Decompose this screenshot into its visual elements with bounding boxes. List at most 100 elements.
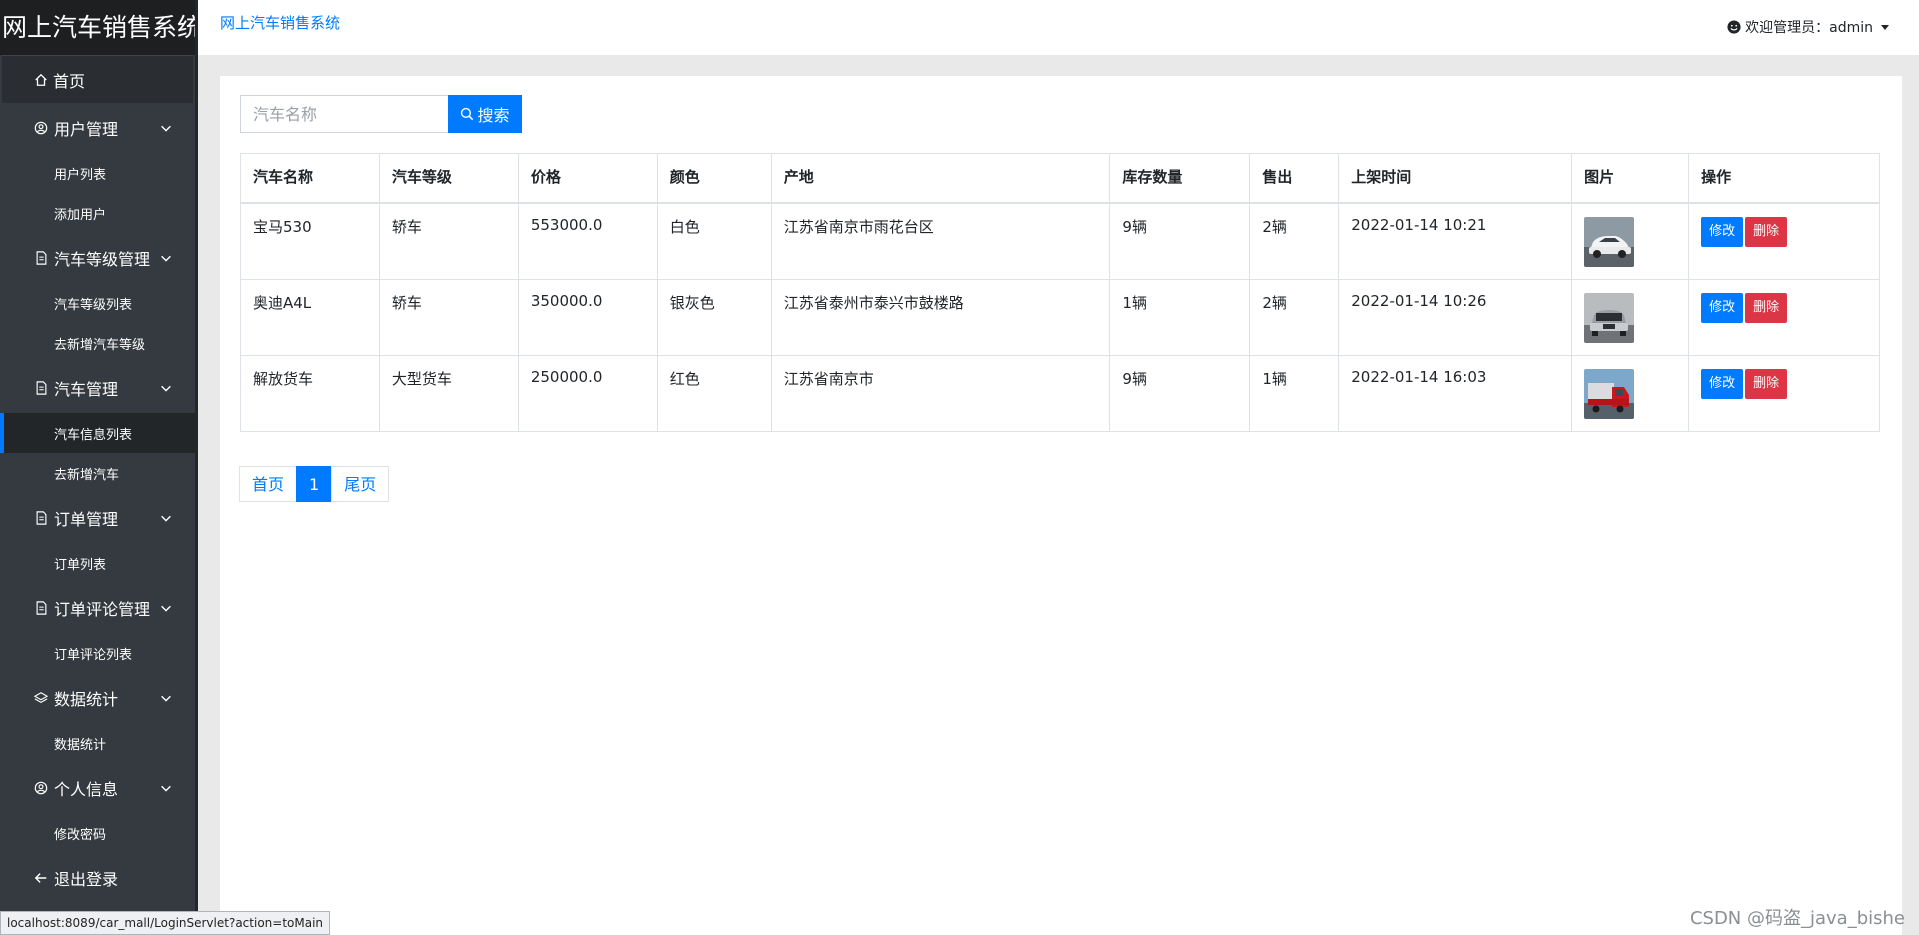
system-name-link[interactable]: 网上汽车销售系统 bbox=[220, 12, 340, 33]
column-header: 汽车等级 bbox=[378, 153, 519, 204]
cell-actions: 修改 删除 bbox=[1688, 202, 1880, 280]
document-icon bbox=[36, 511, 46, 525]
sidebar-item-add-car-level[interactable]: 去新增汽车等级 bbox=[0, 323, 195, 363]
table-row: 宝马530 轿车 553000.0 白色 江苏省南京市雨花台区 9辆 2辆 20… bbox=[240, 202, 1880, 280]
browser-status-url: localhost:8089/car_mall/LoginServlet?act… bbox=[0, 911, 331, 935]
caret-down-icon bbox=[1881, 24, 1889, 30]
cell-price: 553000.0 bbox=[517, 202, 658, 280]
column-header: 汽车名称 bbox=[240, 153, 380, 204]
layers-icon bbox=[34, 692, 48, 704]
user-menu[interactable]: 欢迎管理员：admin bbox=[1727, 17, 1889, 37]
table-row: 解放货车 大型货车 250000.0 红色 江苏省南京市 9辆 1辆 2022-… bbox=[240, 355, 1880, 432]
cell-stock: 1辆 bbox=[1109, 279, 1251, 356]
sidebar-item-statistics[interactable]: 数据统计 bbox=[0, 723, 195, 763]
cell-origin: 江苏省泰州市泰兴市鼓楼路 bbox=[770, 279, 1111, 356]
sidebar: 网上汽车销售系统 首页 用户管理 用户列表 添加用户 汽车等级管理 汽车等级列表… bbox=[0, 0, 198, 935]
cell-car-name: 宝马530 bbox=[240, 202, 380, 280]
sidebar-item-user-list[interactable]: 用户列表 bbox=[0, 153, 195, 193]
arrow-left-icon bbox=[34, 873, 47, 883]
cell-origin: 江苏省南京市雨花台区 bbox=[770, 202, 1111, 280]
column-header: 操作 bbox=[1688, 153, 1880, 204]
column-header: 产地 bbox=[770, 153, 1111, 204]
pagination-last[interactable]: 尾页 bbox=[331, 466, 390, 502]
cell-sold: 2辆 bbox=[1249, 279, 1340, 356]
search-button-label: 搜索 bbox=[477, 106, 510, 125]
cell-listed-time: 2022-01-14 16:03 bbox=[1338, 355, 1573, 432]
sidebar-group-label: 订单评论管理 bbox=[54, 600, 151, 619]
edit-button[interactable]: 修改 bbox=[1701, 217, 1744, 247]
cell-sold: 1辆 bbox=[1249, 355, 1340, 432]
sidebar-group-label: 订单管理 bbox=[54, 510, 119, 529]
table-header-row: 汽车名称 汽车等级 价格 颜色 产地 库存数量 售出 上架时间 图片 操作 bbox=[240, 153, 1880, 204]
cell-image bbox=[1571, 202, 1690, 280]
pagination-first[interactable]: 首页 bbox=[239, 466, 298, 502]
cell-stock: 9辆 bbox=[1109, 355, 1251, 432]
watermark: CSDN @码盗_java_bishe bbox=[1689, 908, 1905, 929]
cell-car-level: 轿车 bbox=[378, 202, 519, 280]
cell-car-level: 大型货车 bbox=[378, 355, 519, 432]
cell-actions: 修改 删除 bbox=[1688, 279, 1880, 356]
sidebar-group-car-level-management[interactable]: 汽车等级管理 bbox=[0, 233, 195, 283]
sidebar-home-label: 首页 bbox=[53, 71, 86, 91]
car-thumbnail-red-truck[interactable] bbox=[1584, 369, 1635, 419]
brand-title: 网上汽车销售系统 bbox=[0, 0, 195, 55]
column-header: 上架时间 bbox=[1338, 153, 1573, 204]
sidebar-item-add-car[interactable]: 去新增汽车 bbox=[0, 453, 195, 493]
top-bar: 网上汽车销售系统 欢迎管理员：admin bbox=[198, 0, 1919, 55]
sidebar-group-order-comment-management[interactable]: 订单评论管理 bbox=[0, 583, 195, 633]
sidebar-item-order-list[interactable]: 订单列表 bbox=[0, 543, 195, 583]
cell-color: 红色 bbox=[656, 355, 772, 432]
search-icon bbox=[461, 107, 474, 121]
cell-color: 银灰色 bbox=[656, 279, 772, 356]
sidebar-group-label: 汽车管理 bbox=[54, 380, 119, 399]
user-circle-icon bbox=[34, 781, 48, 795]
cell-price: 250000.0 bbox=[517, 355, 658, 432]
sidebar-item-car-info-list[interactable]: 汽车信息列表 bbox=[0, 413, 195, 453]
sidebar-item-home[interactable]: 首页 bbox=[2, 55, 193, 103]
search-bar: 搜索 bbox=[240, 95, 522, 133]
sidebar-group-statistics[interactable]: 数据统计 bbox=[0, 673, 195, 723]
logout-button[interactable]: 退出登录 bbox=[0, 853, 195, 903]
cell-listed-time: 2022-01-14 10:26 bbox=[1338, 279, 1573, 356]
sidebar-item-car-level-list[interactable]: 汽车等级列表 bbox=[0, 283, 195, 323]
edit-button[interactable]: 修改 bbox=[1701, 369, 1744, 399]
chevron-down-icon bbox=[161, 785, 171, 792]
cell-actions: 修改 删除 bbox=[1688, 355, 1880, 432]
car-thumbnail-silver-sedan[interactable] bbox=[1584, 293, 1635, 343]
delete-button[interactable]: 删除 bbox=[1745, 369, 1788, 399]
sidebar-item-add-user[interactable]: 添加用户 bbox=[0, 193, 195, 233]
cell-car-name: 奥迪A4L bbox=[240, 279, 380, 356]
sidebar-item-order-comment-list[interactable]: 订单评论列表 bbox=[0, 633, 195, 673]
column-header: 颜色 bbox=[656, 153, 772, 204]
logout-label: 退出登录 bbox=[54, 870, 119, 889]
delete-button[interactable]: 删除 bbox=[1745, 217, 1788, 247]
car-thumbnail-white-sedan[interactable] bbox=[1584, 217, 1635, 267]
sidebar-group-car-management[interactable]: 汽车管理 bbox=[0, 363, 195, 413]
pagination-current-page[interactable]: 1 bbox=[296, 466, 333, 502]
pagination: 首页 1 尾页 bbox=[239, 466, 390, 502]
document-icon bbox=[36, 381, 46, 395]
delete-button[interactable]: 删除 bbox=[1745, 293, 1788, 323]
column-header: 图片 bbox=[1571, 153, 1690, 204]
cell-car-name: 解放货车 bbox=[240, 355, 380, 432]
cell-stock: 9辆 bbox=[1109, 202, 1251, 280]
column-header: 库存数量 bbox=[1109, 153, 1251, 204]
sidebar-group-personal-info[interactable]: 个人信息 bbox=[0, 763, 195, 813]
chevron-down-icon bbox=[161, 255, 171, 262]
edit-button[interactable]: 修改 bbox=[1701, 293, 1744, 323]
cell-color: 白色 bbox=[656, 202, 772, 280]
chevron-down-icon bbox=[161, 515, 171, 522]
search-input[interactable] bbox=[240, 95, 448, 133]
sidebar-group-label: 用户管理 bbox=[54, 120, 119, 139]
chevron-down-icon bbox=[161, 605, 171, 612]
chevron-down-icon bbox=[161, 125, 171, 132]
sidebar-group-user-management[interactable]: 用户管理 bbox=[0, 103, 195, 153]
cell-image bbox=[1571, 279, 1690, 356]
search-button[interactable]: 搜索 bbox=[448, 95, 522, 133]
sidebar-group-order-management[interactable]: 订单管理 bbox=[0, 493, 195, 543]
cell-car-level: 轿车 bbox=[378, 279, 519, 356]
sidebar-group-label: 个人信息 bbox=[54, 780, 119, 799]
sidebar-item-change-password[interactable]: 修改密码 bbox=[0, 813, 195, 853]
cell-listed-time: 2022-01-14 10:21 bbox=[1338, 202, 1573, 280]
chevron-down-icon bbox=[161, 385, 171, 392]
